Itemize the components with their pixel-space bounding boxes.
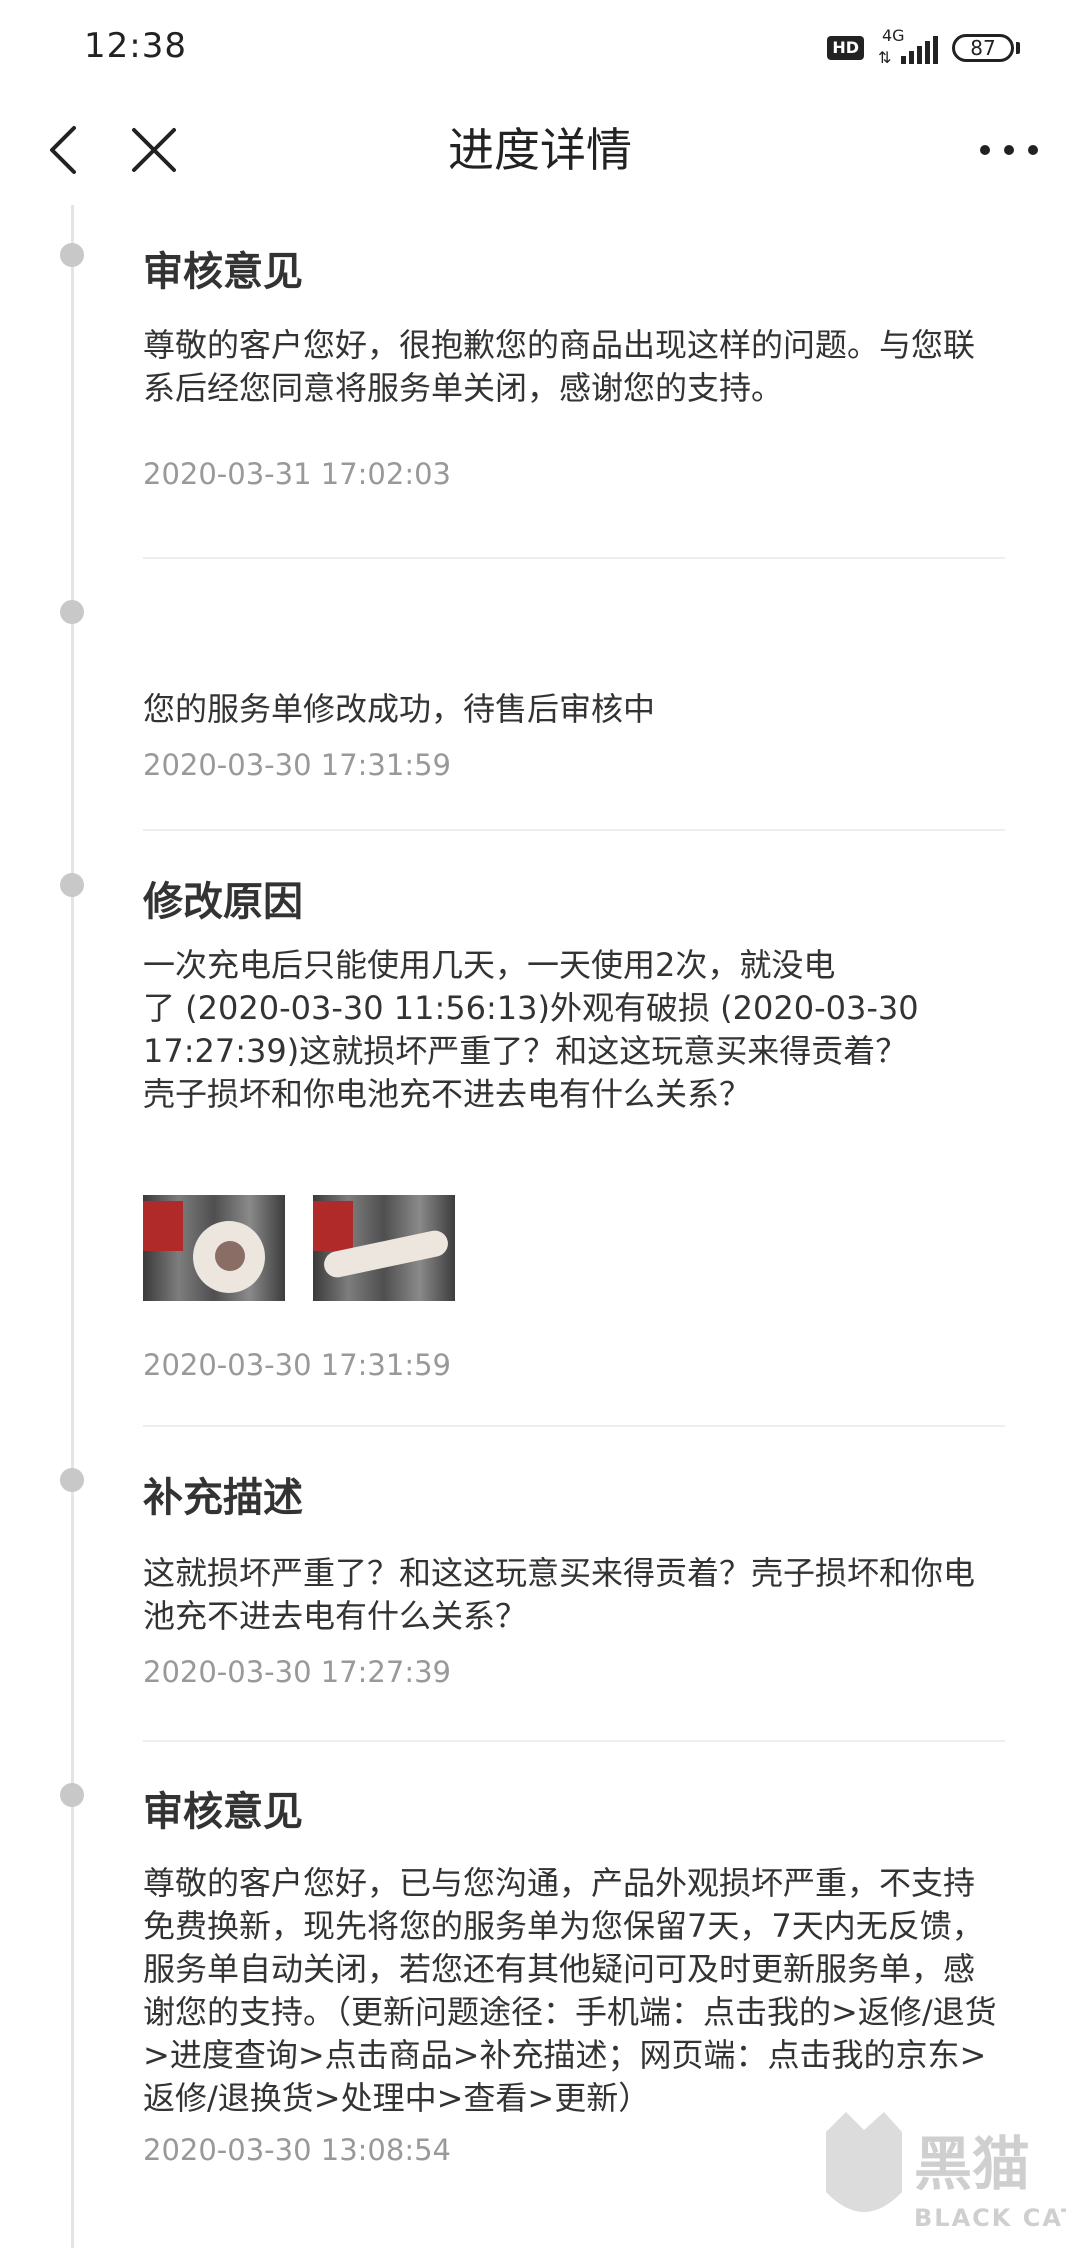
- divider: [143, 1425, 1005, 1427]
- entry-text: 尊敬的客户您好，已与您沟通，产品外观损坏严重，不支持免费换新，现先将您的服务单为…: [143, 1864, 997, 2117]
- page-title: 进度详情: [448, 123, 632, 177]
- watermark-en: BLACK CAT: [914, 2204, 1066, 2232]
- signal-icon: 4G ⇅: [878, 26, 938, 68]
- entry-text: 这就损坏严重了？和这这玩意买来得贡着？壳子损坏和你电池充不进去电有什么关系？: [143, 1554, 976, 1635]
- timeline-dot: [60, 243, 84, 267]
- timeline-dot: [60, 1783, 84, 1807]
- entry-title: 审核意见: [143, 249, 303, 295]
- entry-title: 补充描述: [143, 1475, 303, 1521]
- entry-time: 2020-03-30 17:31:59: [143, 1348, 451, 1382]
- progress-entry: 您的服务单修改成功，待售后审核中 2020-03-30 17:31:59: [143, 688, 1005, 785]
- timeline-dot: [60, 1468, 84, 1492]
- status-bar: 12:38 HD 4G ⇅ 87: [0, 0, 1080, 100]
- progress-entry: 审核意见 尊敬的客户您好，很抱歉您的商品出现这样的问题。与您联系后经您同意将服务…: [143, 244, 1005, 494]
- status-icons: HD 4G ⇅ 87: [827, 26, 1020, 68]
- status-time: 12:38: [84, 26, 187, 66]
- battery-icon: 87: [952, 34, 1020, 62]
- data-arrows-icon: ⇅: [878, 48, 892, 67]
- entry-time: 2020-03-31 17:02:03: [143, 457, 451, 491]
- divider: [143, 557, 1005, 559]
- entry-time: 2020-03-30 17:27:39: [143, 1655, 451, 1689]
- entry-text-line: 一次充电后只能使用几天，一天使用2次，就没电: [143, 946, 836, 984]
- entry-text-line: 17:27:39)这就损坏严重了？和这这玩意买来得贡着？: [143, 1032, 908, 1070]
- attachment-thumbnail[interactable]: [313, 1195, 455, 1301]
- timeline-dot: [60, 873, 84, 897]
- nav-bar: 进度详情: [0, 100, 1080, 200]
- entry-text: 尊敬的客户您好，很抱歉您的商品出现这样的问题。与您联系后经您同意将服务单关闭，感…: [143, 326, 976, 407]
- progress-entry: 补充描述 这就损坏严重了？和这这玩意买来得贡着？壳子损坏和你电池充不进去电有什么…: [143, 1470, 1005, 1692]
- entry-text-line: 了 (2020-03-30 11:56:13)外观有破损 (2020-03-30: [143, 989, 919, 1027]
- timeline-line: [71, 205, 74, 2248]
- divider: [143, 1740, 1005, 1742]
- timeline-dot: [60, 600, 84, 624]
- battery-level: 87: [970, 36, 996, 60]
- divider: [143, 829, 1005, 831]
- entry-text-line: 壳子损坏和你电池充不进去电有什么关系？: [143, 1075, 752, 1113]
- entry-title: 修改原因: [143, 879, 303, 925]
- entry-text: 您的服务单修改成功，待售后审核中: [143, 690, 656, 728]
- entry-title: 审核意见: [143, 1789, 303, 1835]
- progress-entry: 修改原因 一次充电后只能使用几天，一天使用2次，就没电 了 (2020-03-3…: [143, 874, 1005, 1116]
- entry-time: 2020-03-30 17:31:59: [143, 748, 451, 782]
- black-cat-watermark: 黑猫 BLACK CAT: [806, 2102, 1077, 2242]
- watermark-cn: 黑猫: [914, 2130, 1030, 2198]
- attachment-thumbnail[interactable]: [143, 1195, 285, 1301]
- hd-badge: HD: [827, 36, 864, 60]
- entry-text: 一次充电后只能使用几天，一天使用2次，就没电 了 (2020-03-30 11:…: [143, 944, 1005, 1116]
- progress-entry-time: 2020-03-30 17:31:59: [143, 1345, 1005, 1385]
- more-horizontal-icon[interactable]: [974, 120, 1044, 180]
